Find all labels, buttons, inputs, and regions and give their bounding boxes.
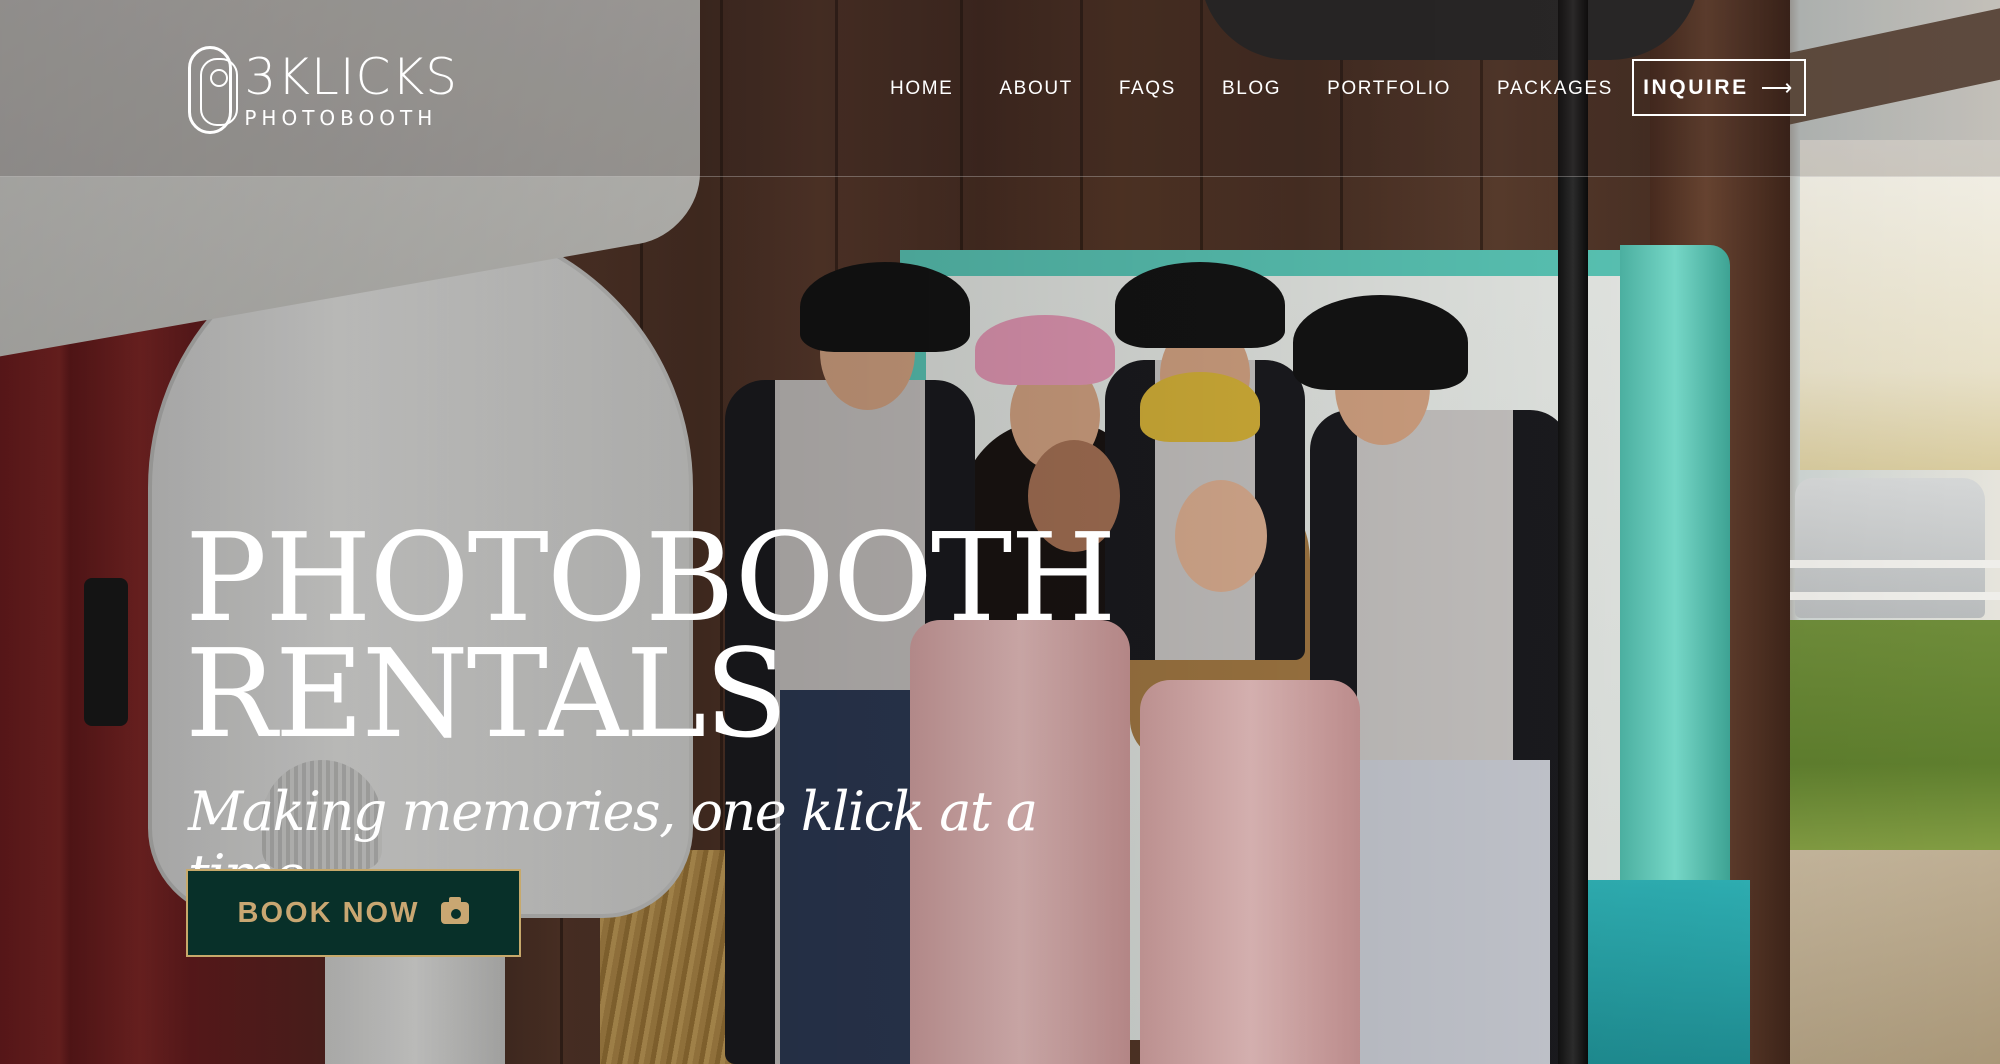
brand-logo[interactable]: 3KLICKS PHOTOBOOTH — [188, 44, 458, 136]
nav-packages[interactable]: PACKAGES — [1497, 78, 1613, 100]
inquire-label: INQUIRE — [1643, 75, 1749, 99]
photobooth-logo-icon — [188, 46, 239, 134]
nav-about[interactable]: ABOUT — [999, 78, 1072, 100]
nav-faqs[interactable]: FAQS — [1119, 78, 1176, 100]
logo-subtitle: PHOTOBOOTH — [244, 106, 438, 130]
book-now-label: BOOK NOW — [237, 896, 420, 929]
hero-title: PHOTOBOOTH RENTALS — [185, 507, 1117, 765]
book-now-button[interactable]: BOOK NOW — [186, 869, 521, 957]
logo-text: 3KLICKS PHOTOBOOTH — [244, 52, 458, 128]
arrow-right-icon: ⟶ — [1760, 74, 1795, 100]
camera-icon — [441, 897, 470, 924]
inquire-button[interactable]: INQUIRE ⟶ — [1632, 59, 1806, 116]
hero-title-line1: PHOTOBOOTH — [185, 507, 1117, 649]
logo-name: 3KLICKS — [244, 48, 458, 106]
main-nav: HOME ABOUT FAQS BLOG PORTFOLIO PACKAGES — [890, 72, 1613, 106]
hero-title-line2: RENTALS — [185, 623, 788, 765]
nav-blog[interactable]: BLOG — [1222, 78, 1281, 100]
nav-portfolio[interactable]: PORTFOLIO — [1327, 78, 1451, 100]
site-header: 3KLICKS PHOTOBOOTH HOME ABOUT FAQS BLOG … — [0, 0, 2000, 177]
nav-home[interactable]: HOME — [890, 78, 953, 100]
